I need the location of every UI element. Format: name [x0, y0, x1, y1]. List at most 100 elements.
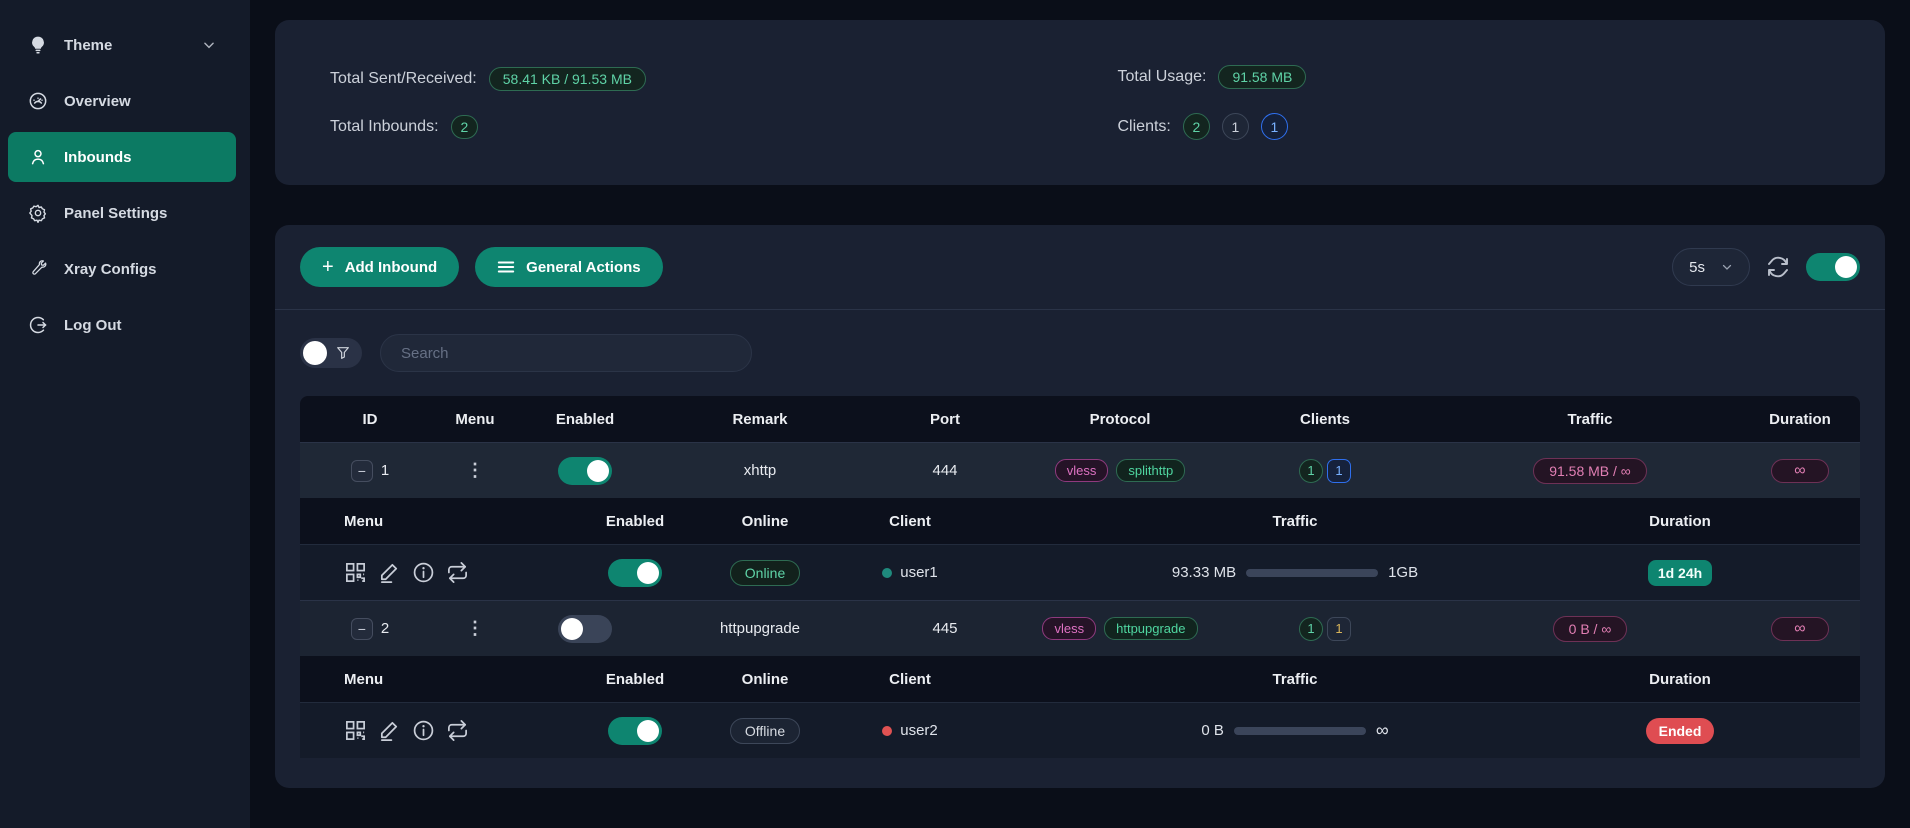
inbound-port: 444 — [860, 462, 1030, 479]
client-status-dot — [882, 726, 892, 736]
clients-total-badge: 2 — [1183, 113, 1210, 140]
auto-refresh-toggle[interactable] — [1806, 253, 1860, 281]
edit-icon[interactable] — [378, 561, 401, 584]
column-header-port: Port — [860, 411, 1030, 428]
inbound-remark: xhttp — [660, 462, 860, 479]
row-menu-button[interactable]: ⋮ — [466, 460, 484, 481]
clients-online-badge: 1 — [1261, 113, 1288, 140]
column-header-id: ID — [300, 411, 440, 428]
column-header-enabled: Enabled — [510, 411, 660, 428]
inbound-row: − 1 ⋮ xhttp 444 vless splithttp 1 1 — [300, 442, 1860, 498]
add-inbound-button[interactable]: + Add Inbound — [300, 247, 459, 287]
inbounds-card: + Add Inbound General Actions 5s — [275, 225, 1885, 788]
sidebar-item-label: Theme — [64, 37, 112, 54]
main-content: Total Sent/Received: 58.41 KB / 91.53 MB… — [250, 0, 1910, 828]
reset-traffic-icon[interactable] — [446, 561, 469, 584]
refresh-interval-select[interactable]: 5s — [1672, 248, 1750, 286]
inbound-duration-badge[interactable]: ∞ — [1771, 617, 1828, 641]
client-row: Offline user2 0 B ∞ Ended — [300, 702, 1860, 758]
qr-code-icon[interactable] — [344, 561, 367, 584]
column-header-traffic: Traffic — [1010, 671, 1580, 688]
client-enabled-toggle[interactable] — [608, 717, 662, 745]
inbound-traffic-badge: 91.58 MB / ∞ — [1533, 458, 1647, 484]
refresh-icon — [1766, 255, 1790, 279]
sidebar-item-panel-settings[interactable]: Panel Settings — [8, 188, 236, 238]
client-name: user1 — [900, 564, 938, 581]
filter-toggle[interactable] — [300, 338, 362, 368]
sidebar-item-label: Log Out — [64, 317, 121, 334]
client-traffic-used: 93.33 MB — [1172, 564, 1236, 581]
filter-icon — [335, 345, 351, 361]
client-table-header-row: Menu Enabled Online Client Traffic Durat… — [300, 498, 1860, 544]
client-duration-badge: 1d 24h — [1648, 560, 1712, 586]
column-header-client: Client — [810, 513, 1010, 530]
collapse-row-button[interactable]: − — [351, 460, 373, 482]
user-icon — [28, 147, 48, 167]
clients-deactive-badge: 1 — [1222, 113, 1249, 140]
client-count-badge: 1 — [1299, 617, 1323, 641]
refresh-button[interactable] — [1766, 255, 1790, 279]
sidebar-item-log-out[interactable]: Log Out — [8, 300, 236, 350]
search-input[interactable] — [380, 334, 752, 372]
column-header-menu: Menu — [300, 513, 550, 530]
transport-tag: splithttp — [1116, 459, 1185, 482]
sidebar-item-label: Inbounds — [64, 149, 132, 166]
clients-label: Clients: — [1118, 118, 1171, 136]
client-table-header-row: Menu Enabled Online Client Traffic Durat… — [300, 656, 1860, 702]
total-inbounds-value: 2 — [451, 115, 479, 139]
collapse-row-button[interactable]: − — [351, 618, 373, 640]
sidebar-item-inbounds[interactable]: Inbounds — [8, 132, 236, 182]
sidebar-item-overview[interactable]: Overview — [8, 76, 236, 126]
client-traffic-total: ∞ — [1376, 720, 1389, 741]
edit-icon[interactable] — [378, 719, 401, 742]
inbound-enabled-toggle[interactable] — [558, 615, 612, 643]
client-online-badge: 1 — [1327, 459, 1351, 483]
sidebar-item-xray-configs[interactable]: Xray Configs — [8, 244, 236, 294]
sidebar: Theme Overview Inbounds Panel Settings X… — [0, 0, 250, 828]
inbound-id: 1 — [381, 462, 389, 479]
inbound-enabled-toggle[interactable] — [558, 457, 612, 485]
client-traffic-progressbar — [1246, 569, 1378, 577]
protocol-tag: vless — [1042, 617, 1096, 640]
client-name: user2 — [900, 722, 938, 739]
general-actions-label: General Actions — [526, 259, 640, 276]
info-icon[interactable] — [412, 719, 435, 742]
general-actions-button[interactable]: General Actions — [475, 247, 662, 287]
column-header-remark: Remark — [660, 411, 860, 428]
refresh-interval-value: 5s — [1689, 259, 1705, 276]
toolbar: + Add Inbound General Actions 5s — [275, 247, 1885, 309]
inbound-duration-badge[interactable]: ∞ — [1771, 459, 1828, 483]
inbound-port: 445 — [860, 620, 1030, 637]
sidebar-item-label: Panel Settings — [64, 205, 167, 222]
reset-traffic-icon[interactable] — [446, 719, 469, 742]
column-header-client: Client — [810, 671, 1010, 688]
sidebar-item-theme[interactable]: Theme — [8, 20, 236, 70]
client-traffic-used: 0 B — [1201, 722, 1224, 739]
client-enabled-toggle[interactable] — [608, 559, 662, 587]
column-header-protocol: Protocol — [1030, 411, 1210, 428]
inbound-remark: httpupgrade — [660, 620, 860, 637]
wrench-icon — [28, 259, 48, 279]
logout-icon — [28, 315, 48, 335]
plus-icon: + — [322, 257, 334, 277]
table-header-row: ID Menu Enabled Remark Port Protocol Cli… — [300, 396, 1860, 442]
client-duration-badge: Ended — [1646, 718, 1715, 744]
add-inbound-label: Add Inbound — [345, 259, 437, 276]
info-icon[interactable] — [412, 561, 435, 584]
protocol-tag: vless — [1055, 459, 1109, 482]
stats-card: Total Sent/Received: 58.41 KB / 91.53 MB… — [275, 20, 1885, 185]
column-header-menu: Menu — [300, 671, 550, 688]
column-header-duration: Duration — [1740, 411, 1860, 428]
chevron-down-icon — [1721, 261, 1733, 273]
row-menu-button[interactable]: ⋮ — [466, 618, 484, 639]
total-usage-label: Total Usage: — [1118, 68, 1207, 86]
client-online-status: Online — [730, 560, 800, 586]
menu-lines-icon — [497, 259, 515, 275]
client-deactive-badge: 1 — [1327, 617, 1351, 641]
client-count-badge: 1 — [1299, 459, 1323, 483]
column-header-enabled: Enabled — [550, 513, 720, 530]
gauge-icon — [28, 91, 48, 111]
qr-code-icon[interactable] — [344, 719, 367, 742]
column-header-duration: Duration — [1580, 671, 1780, 688]
client-row: Online user1 93.33 MB 1GB 1d 24h — [300, 544, 1860, 600]
